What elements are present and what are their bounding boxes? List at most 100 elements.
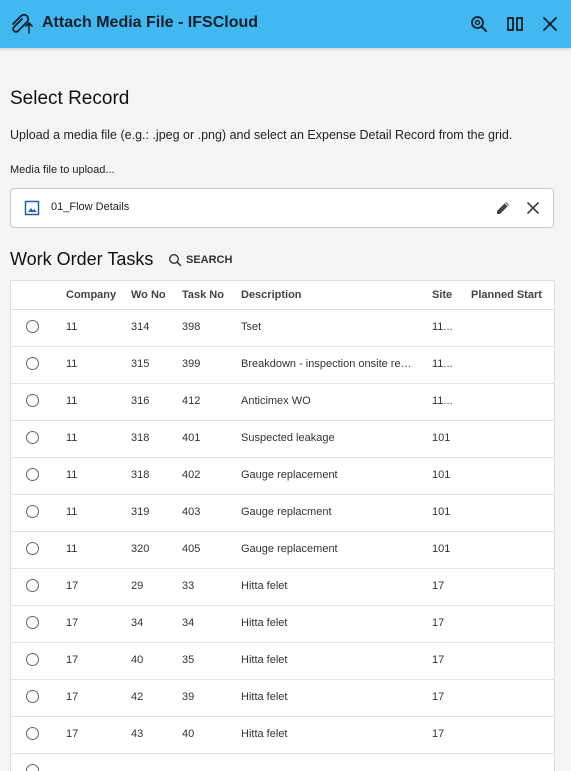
media-file-label: Media file to upload... bbox=[10, 164, 115, 176]
table-row-partial[interactable] bbox=[11, 754, 554, 771]
cell-site: 17 bbox=[432, 691, 445, 703]
cell-description: Anticimex WO bbox=[241, 395, 311, 407]
row-radio[interactable] bbox=[26, 431, 39, 444]
grid-title: Work Order Tasks bbox=[10, 249, 154, 269]
search-label: SEARCH bbox=[186, 254, 233, 266]
table-row[interactable]: 11 315 399 Breakdown - inspection onsite… bbox=[11, 347, 554, 384]
cell-site: 101 bbox=[432, 469, 451, 481]
cell-company: 11 bbox=[66, 543, 78, 555]
cell-task-no: 34 bbox=[182, 617, 195, 629]
row-radio[interactable] bbox=[26, 320, 39, 333]
table-row[interactable]: 17 34 34 Hitta felet 17 bbox=[11, 606, 554, 643]
cell-description: Gauge replacement bbox=[241, 543, 338, 555]
cell-site: 11... bbox=[432, 321, 453, 333]
cell-task-no: 401 bbox=[182, 432, 201, 444]
cell-wo-no: 319 bbox=[131, 506, 150, 518]
cell-task-no: 33 bbox=[182, 580, 195, 592]
row-radio[interactable] bbox=[26, 653, 39, 666]
cell-description: Suspected leakage bbox=[241, 432, 335, 444]
cell-company: 11 bbox=[66, 432, 78, 444]
row-radio[interactable] bbox=[26, 690, 39, 703]
cell-company: 11 bbox=[66, 358, 78, 370]
cell-site: 101 bbox=[432, 543, 451, 555]
section-title: Select Record bbox=[10, 88, 130, 109]
row-radio[interactable] bbox=[26, 394, 39, 407]
cell-wo-no: 42 bbox=[131, 691, 144, 703]
close-icon[interactable] bbox=[538, 12, 562, 36]
split-view-icon[interactable] bbox=[503, 12, 527, 36]
media-file-name: 01_Flow Details bbox=[51, 201, 130, 213]
cell-description: Hitta felet bbox=[241, 580, 288, 592]
cell-description: Hitta felet bbox=[241, 691, 288, 703]
table-row[interactable]: 11 320 405 Gauge replacement 101 bbox=[11, 532, 554, 569]
cell-company: 17 bbox=[66, 728, 79, 740]
cell-wo-no: 318 bbox=[131, 469, 150, 481]
search-button[interactable]: SEARCH bbox=[168, 251, 232, 269]
table-row[interactable]: 17 40 35 Hitta felet 17 bbox=[11, 643, 554, 680]
table-row[interactable]: 11 318 402 Gauge replacement 101 bbox=[11, 458, 554, 495]
table-row[interactable]: 11 314 398 Tset 11... bbox=[11, 310, 554, 347]
cell-site: 11... bbox=[432, 395, 453, 407]
image-file-icon bbox=[24, 200, 40, 216]
row-radio[interactable] bbox=[26, 579, 39, 592]
cell-company: 17 bbox=[66, 654, 79, 666]
cell-wo-no: 29 bbox=[131, 580, 144, 592]
column-header-company[interactable]: Company bbox=[66, 289, 116, 301]
cell-task-no: 403 bbox=[182, 506, 201, 518]
cell-description: Hitta felet bbox=[241, 728, 288, 740]
cell-wo-no: 315 bbox=[131, 358, 150, 370]
cell-task-no: 412 bbox=[182, 395, 201, 407]
cell-task-no: 39 bbox=[182, 691, 195, 703]
cell-company: 11 bbox=[66, 506, 78, 518]
cell-site: 17 bbox=[432, 728, 445, 740]
cell-wo-no: 34 bbox=[131, 617, 144, 629]
table-row[interactable]: 17 43 40 Hitta felet 17 bbox=[11, 717, 554, 754]
row-radio[interactable] bbox=[26, 616, 39, 629]
row-radio[interactable] bbox=[26, 542, 39, 555]
search-icon bbox=[168, 253, 182, 267]
column-header-description[interactable]: Description bbox=[241, 289, 413, 301]
row-radio[interactable] bbox=[26, 727, 39, 740]
row-radio[interactable] bbox=[26, 468, 39, 481]
column-header-wo-no[interactable]: Wo No bbox=[131, 289, 166, 301]
cell-description: Gauge replacment bbox=[241, 506, 332, 518]
column-header-site[interactable]: Site bbox=[432, 289, 452, 301]
row-radio[interactable] bbox=[26, 505, 39, 518]
cell-wo-no: 316 bbox=[131, 395, 150, 407]
media-file-field[interactable]: 01_Flow Details bbox=[10, 188, 554, 228]
row-radio[interactable] bbox=[26, 357, 39, 370]
table-row[interactable]: 11 319 403 Gauge replacment 101 bbox=[11, 495, 554, 532]
cell-site: 101 bbox=[432, 432, 451, 444]
cell-task-no: 398 bbox=[182, 321, 201, 333]
cell-company: 11 bbox=[66, 469, 78, 481]
cell-company: 17 bbox=[66, 617, 79, 629]
table-row[interactable]: 11 318 401 Suspected leakage 101 bbox=[11, 421, 554, 458]
cell-company: 17 bbox=[66, 580, 79, 592]
cell-task-no: 405 bbox=[182, 543, 201, 555]
cell-company: 11 bbox=[66, 321, 78, 333]
cell-task-no: 399 bbox=[182, 358, 201, 370]
row-radio[interactable] bbox=[26, 764, 39, 771]
grid-header: Company Wo No Task No Description Site P… bbox=[11, 281, 554, 310]
zoom-search-icon[interactable] bbox=[467, 12, 491, 36]
table-row[interactable]: 11 316 412 Anticimex WO 11... bbox=[11, 384, 554, 421]
window-title: Attach Media File - IFSCloud bbox=[42, 14, 259, 31]
cell-site: 17 bbox=[432, 617, 445, 629]
cell-description: Hitta felet bbox=[241, 654, 288, 666]
column-header-task-no[interactable]: Task No bbox=[182, 289, 224, 301]
instructions-text: Upload a media file (e.g.: .jpeg or .png… bbox=[10, 128, 513, 142]
work-order-tasks-grid: Company Wo No Task No Description Site P… bbox=[10, 280, 555, 771]
cell-wo-no: 314 bbox=[131, 321, 150, 333]
table-row[interactable]: 17 29 33 Hitta felet 17 bbox=[11, 569, 554, 606]
cell-site: 101 bbox=[432, 506, 451, 518]
cell-wo-no: 318 bbox=[131, 432, 150, 444]
clear-icon[interactable] bbox=[523, 198, 543, 218]
attach-icon bbox=[7, 10, 33, 36]
cell-wo-no: 320 bbox=[131, 543, 150, 555]
cell-description: Tset bbox=[241, 321, 262, 333]
edit-icon[interactable] bbox=[493, 198, 513, 218]
table-row[interactable]: 17 42 39 Hitta felet 17 bbox=[11, 680, 554, 717]
cell-description: Gauge replacement bbox=[241, 469, 338, 481]
cell-description: Breakdown - inspection onsite req... bbox=[241, 358, 413, 370]
column-header-planned-start[interactable]: Planned Start bbox=[471, 289, 542, 301]
